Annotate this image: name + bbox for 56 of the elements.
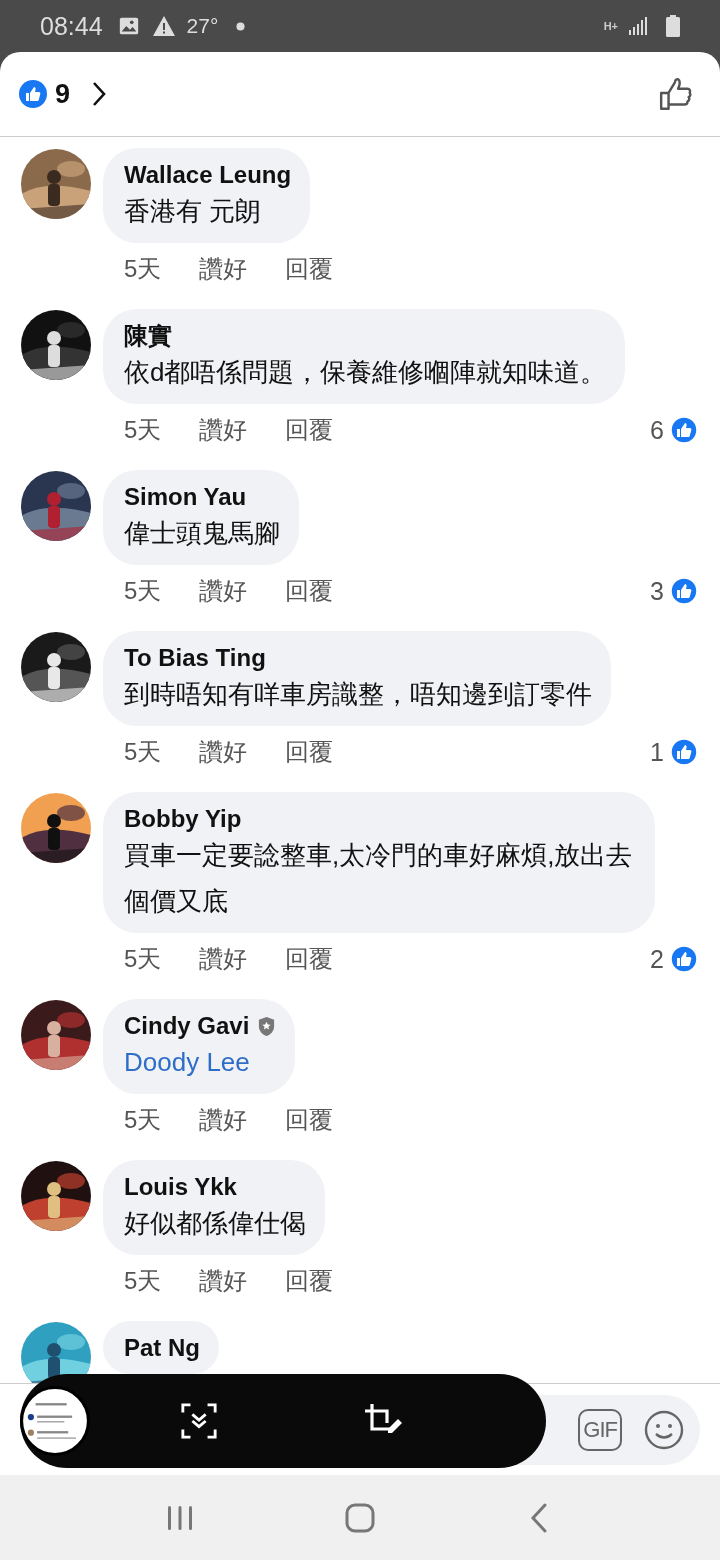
reply-link[interactable]: 回覆	[285, 943, 334, 975]
emoji-icon[interactable]	[644, 1409, 684, 1450]
comment-text: 偉士頭鬼馬腳	[124, 517, 280, 550]
like-reaction-icon	[19, 80, 47, 108]
warning-icon	[150, 14, 177, 38]
comment-text: 依d都唔係問題，保養維修嗰陣就知味道。	[124, 356, 607, 389]
comment-text: 買車一定要諗整車,太冷門的車好麻煩,放出去個價又底	[124, 839, 634, 918]
home-button[interactable]	[345, 1502, 375, 1533]
like-reaction-icon	[670, 738, 698, 766]
like-link[interactable]: 讚好	[199, 1265, 248, 1297]
comment-author[interactable]: Wallace Leung	[124, 158, 292, 192]
gif-button[interactable]: GIF	[578, 1408, 622, 1451]
comment-age: 5天	[124, 1266, 162, 1296]
reply-link[interactable]: 回覆	[285, 1104, 334, 1136]
like-link[interactable]: 讚好	[199, 1104, 248, 1136]
like-link[interactable]: 讚好	[199, 736, 248, 768]
like-reaction-icon	[670, 416, 698, 444]
like-reaction-icon	[670, 945, 698, 973]
comment-text: 到時唔知有咩車房識整，唔知邊到訂零件	[124, 678, 592, 711]
scroll-capture-button[interactable]	[180, 1402, 218, 1440]
notification-dot-icon	[236, 21, 246, 31]
comment-author[interactable]: 陳實	[124, 319, 172, 353]
like-reaction-icon	[670, 577, 698, 605]
comment-text: 好似都係偉仕偈	[124, 1207, 306, 1240]
reply-link[interactable]: 回覆	[285, 575, 334, 607]
temperature-text: 27°	[186, 14, 219, 38]
comment-age: 5天	[124, 1105, 162, 1135]
like-count: 1	[650, 737, 664, 767]
reply-link[interactable]: 回覆	[285, 253, 334, 285]
signal-icon	[628, 16, 648, 36]
like-link[interactable]: 讚好	[199, 253, 248, 285]
status-time: 08:44	[40, 11, 103, 41]
like-count: 3	[650, 576, 664, 606]
reply-link[interactable]: 回覆	[285, 414, 334, 446]
comment-author[interactable]: Pat Ng	[124, 1331, 200, 1365]
comment-age: 5天	[124, 415, 162, 445]
battery-icon	[666, 15, 680, 37]
reactions-button[interactable]: 9	[19, 78, 107, 110]
comment-author[interactable]: Simon Yau	[124, 480, 247, 514]
comment-age: 5天	[124, 576, 162, 606]
network-type-text: H+	[603, 20, 618, 32]
like-count: 2	[650, 944, 664, 974]
comment-author[interactable]: Louis Ykk	[124, 1170, 237, 1204]
comment-age: 5天	[124, 944, 162, 974]
reply-link[interactable]: 回覆	[285, 736, 334, 768]
comment-author[interactable]: To Bias Ting	[124, 641, 266, 675]
like-count: 6	[650, 415, 664, 445]
reply-link[interactable]: 回覆	[285, 1265, 334, 1297]
comment-age: 5天	[124, 737, 162, 767]
like-link[interactable]: 讚好	[199, 575, 248, 607]
chevron-right-icon	[92, 81, 107, 107]
comment-text: 香港有 元朗	[124, 195, 263, 228]
comment-age: 5天	[124, 254, 162, 284]
comment-author[interactable]: Bobby Yip	[124, 802, 242, 836]
like-link[interactable]: 讚好	[199, 414, 248, 446]
like-link[interactable]: 讚好	[199, 943, 248, 975]
